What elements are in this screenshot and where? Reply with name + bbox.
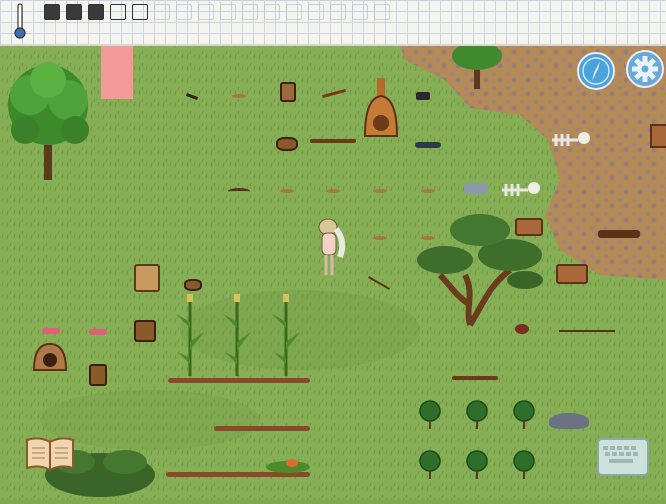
empty-slot-icon[interactable] bbox=[264, 4, 280, 20]
empty-slot-icon[interactable] bbox=[374, 4, 390, 20]
recipe-book-button[interactable] bbox=[25, 436, 75, 472]
gooseberry-bushes[interactable] bbox=[416, 400, 546, 500]
sticky-note[interactable] bbox=[101, 44, 133, 99]
player-character[interactable] bbox=[314, 215, 350, 277]
wild-carrot[interactable] bbox=[42, 328, 60, 334]
empty-slot-icon[interactable] bbox=[242, 4, 258, 20]
tilled-row[interactable] bbox=[168, 378, 310, 383]
empty-slot-icon[interactable] bbox=[286, 4, 302, 20]
seed-spot[interactable] bbox=[326, 189, 340, 193]
seed-spot[interactable] bbox=[373, 236, 387, 240]
seed-spot[interactable] bbox=[421, 236, 435, 240]
tilled-row[interactable] bbox=[214, 426, 310, 431]
firewood-pile[interactable] bbox=[556, 264, 588, 284]
compass-button[interactable] bbox=[577, 52, 615, 90]
keyboard-icon bbox=[603, 446, 638, 463]
bow[interactable] bbox=[228, 188, 250, 195]
empty-slot-icon[interactable] bbox=[220, 4, 236, 20]
flat-rock[interactable] bbox=[464, 183, 488, 194]
long-shaft[interactable] bbox=[310, 139, 356, 143]
log-pile[interactable] bbox=[515, 218, 543, 236]
empty-slot-icon[interactable] bbox=[110, 4, 126, 20]
maple-tree[interactable] bbox=[0, 60, 100, 185]
bowl[interactable] bbox=[276, 137, 298, 151]
seed-spot[interactable] bbox=[373, 189, 387, 193]
empty-slot-icon[interactable] bbox=[308, 4, 324, 20]
game-world[interactable] bbox=[0, 0, 666, 500]
sharp-stone[interactable] bbox=[415, 142, 441, 148]
backpack-slot-icon[interactable] bbox=[88, 4, 104, 20]
bones-2[interactable] bbox=[500, 176, 544, 200]
gear-icon bbox=[632, 56, 658, 82]
clay-pot[interactable] bbox=[134, 264, 160, 292]
long-shaft-2[interactable] bbox=[452, 376, 498, 380]
rope[interactable] bbox=[559, 330, 615, 332]
crate[interactable] bbox=[650, 124, 666, 148]
keyboard-button[interactable] bbox=[597, 438, 649, 476]
hat-slot-icon[interactable] bbox=[44, 4, 60, 20]
seed-spot[interactable] bbox=[232, 94, 246, 98]
empty-slot-icon[interactable] bbox=[176, 4, 192, 20]
seed-spot[interactable] bbox=[280, 189, 294, 193]
basket-small[interactable] bbox=[89, 364, 107, 386]
thermometer-icon[interactable] bbox=[13, 2, 27, 40]
tree-top-right[interactable] bbox=[450, 44, 505, 89]
basket[interactable] bbox=[134, 320, 156, 342]
wild-carrot-2[interactable] bbox=[89, 329, 107, 335]
empty-slot-icon[interactable] bbox=[132, 4, 148, 20]
compass-icon bbox=[582, 57, 610, 85]
big-rock[interactable] bbox=[549, 413, 589, 429]
dead-branch[interactable] bbox=[598, 230, 640, 238]
bowl-small[interactable] bbox=[184, 279, 202, 291]
adobe-oven[interactable] bbox=[32, 340, 68, 372]
book-icon bbox=[26, 437, 74, 472]
seed-spot[interactable] bbox=[421, 189, 435, 193]
settings-button[interactable] bbox=[626, 50, 664, 88]
empty-slot-icon[interactable] bbox=[198, 4, 214, 20]
inventory-bar bbox=[0, 0, 666, 46]
bucket[interactable] bbox=[280, 82, 296, 102]
empty-slot-icon[interactable] bbox=[154, 4, 170, 20]
shirt-slot-icon[interactable] bbox=[66, 4, 82, 20]
charcoal[interactable] bbox=[416, 92, 430, 100]
rabbit-hole[interactable] bbox=[515, 324, 529, 334]
bones[interactable] bbox=[548, 126, 594, 152]
kiln[interactable] bbox=[363, 78, 399, 138]
empty-slot-icon[interactable] bbox=[330, 4, 346, 20]
corn-plants[interactable] bbox=[172, 292, 312, 378]
empty-slot-icon[interactable] bbox=[352, 4, 368, 20]
carrot-row[interactable] bbox=[264, 455, 312, 475]
